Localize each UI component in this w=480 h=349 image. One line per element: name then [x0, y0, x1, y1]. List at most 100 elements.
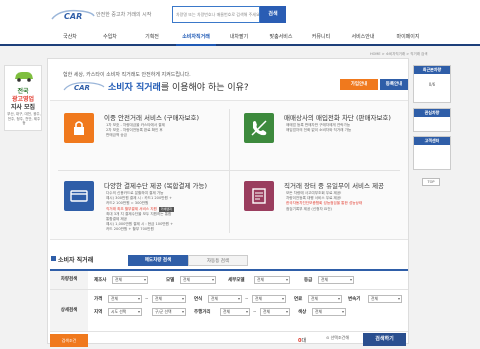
headline-highlight: 소비자 직거래 — [108, 83, 161, 93]
submit-search-button[interactable]: 검색하기 — [363, 333, 406, 346]
carsta-logo[interactable]: CAR — [50, 7, 95, 23]
nav-item-sell-car[interactable]: 내차팔기 — [224, 30, 254, 44]
feature-item: 카드 200만원 + 할부 700만원 — [106, 227, 154, 232]
nav-item-direct-trade[interactable]: 소비자직거래 — [176, 30, 216, 46]
feature-list: 1차 보호 - 차량대금을 카스타에서 결제 2차 보호 - 차량이전등록 완료… — [106, 123, 165, 139]
customer-center-panel[interactable]: 고객센터 — [413, 136, 451, 170]
year-max-select[interactable]: 전체 — [252, 295, 286, 303]
recruit-banner[interactable]: 전국 광고영업 지사 모집 부산, 대구, 대전, 광주, 전주, 청주, 천안… — [4, 65, 42, 131]
range-tilde: ~ — [245, 296, 249, 301]
nav-item-mypage[interactable]: 마이페이지 — [390, 30, 426, 44]
feature-item: 판매금액 송금 — [106, 133, 127, 138]
svg-text:CAR: CAR — [64, 12, 82, 21]
feature-unique-service: 직거래 장터 중 유일무이 서비스 제공 모든 차량에 사고여부조회 무료 제공… — [234, 173, 404, 235]
header: CAR 안전한 중고차 거래의 시작 차량명 또는 차량번호나 매물번호로 검색… — [0, 0, 480, 30]
maker-select[interactable]: 전체 — [112, 276, 148, 284]
nav-item-custom-service[interactable]: 맞춤서비스 — [264, 30, 298, 44]
headline-rest: 를 이용해야 하는 이유? — [160, 83, 249, 93]
nav-item-community[interactable]: 커뮤니티 — [306, 30, 336, 44]
feature-list: 다수의 신용카드로 분할하여 결제 가능 예시) 300만원 결제 시 : 카드… — [106, 191, 174, 233]
km-max-select[interactable]: 전체 — [260, 308, 290, 316]
grade-select[interactable]: 전체 — [318, 276, 354, 284]
search-actions: 검색조건 0대 ⊙ 선택조건해 검색하기 — [50, 331, 408, 347]
main-nav: 국산차 수입차 기획전 소비자직거래 내차팔기 맞춤서비스 커뮤니티 서비스안내… — [0, 30, 480, 46]
model-label: 모델 — [166, 278, 175, 283]
recent-cars-panel[interactable]: 최근본차량 0/6 — [413, 65, 451, 103]
nav-item-domestic[interactable]: 국산차 — [56, 30, 84, 44]
certificate-icon — [244, 181, 274, 211]
header-tagline: 안전한 중고차 거래의 시작 — [96, 12, 152, 18]
search-section-title: 소비자 직거래 — [58, 257, 94, 264]
tab-seller-search[interactable]: 매도차량 검색 — [128, 255, 188, 266]
intro-text: 험한 세상, 카스타이 소비자 직거래도 안전하게 지켜드립니다. — [63, 72, 191, 78]
year-min-select[interactable]: 전체 — [208, 295, 242, 303]
lock-icon — [64, 113, 94, 143]
feature-item: 매입업자의 전화 없이 소비자와 직거래 가능 — [286, 128, 352, 133]
breadcrumb: HOME > 소비자직거래 > 직거래 검색 — [370, 52, 428, 56]
feature-title: 이중 안전거래 서비스 (구매자보호) — [104, 114, 199, 122]
card-icon — [64, 181, 94, 211]
district-select[interactable]: 구/군 선택 — [152, 308, 186, 316]
phone-block-icon — [244, 113, 274, 143]
section-bullet-icon — [51, 256, 56, 261]
model-select[interactable]: 전체 — [180, 276, 216, 284]
km-min-select[interactable]: 전체 — [220, 308, 250, 316]
feature-payment: 다양한 결제수단 제공 (복합결제 가능) 다수의 신용카드로 분할하여 결제 … — [54, 173, 224, 235]
km-label: 주행거리 — [194, 310, 211, 315]
price-min-select[interactable]: 전체 — [108, 295, 142, 303]
feature-block-calls: 매매상사의 매입전화 차단 (판매자보호) 매매업 등록 판매자만 구매자에게 … — [234, 105, 404, 167]
nav-item-special[interactable]: 기획전 — [138, 30, 166, 44]
row-label-detail: 상세검색 — [50, 290, 88, 331]
fuel-label: 연료 — [294, 297, 303, 302]
car-icon — [15, 72, 33, 82]
page-headline: 소비자 직거래를 이용해야 하는 이유? — [108, 80, 249, 93]
nav-item-service-info[interactable]: 서비스안내 — [346, 30, 380, 44]
result-count: 0대 — [298, 337, 306, 344]
recent-cars-count: 0/6 — [428, 82, 436, 87]
price-max-select[interactable]: 전체 — [152, 295, 186, 303]
transmission-select[interactable]: 전체 — [368, 295, 402, 303]
search-conditions-label: 검색조건 — [50, 334, 88, 347]
feature-safe-trade: 이중 안전거래 서비스 (구매자보호) 1차 보호 - 차량대금을 카스타에서 … — [54, 105, 224, 167]
range-tilde: ~ — [253, 309, 257, 314]
feature-title: 다양한 결제수단 제공 (복합결제 가능) — [104, 182, 208, 190]
color-label: 색상 — [298, 310, 307, 315]
transmission-label: 변속기 — [348, 297, 361, 302]
register-guide-button[interactable]: 등록안내 — [380, 79, 408, 90]
feature-list: 매매업 등록 판매자만 구매자에게 연락가능 매입업자의 전화 없이 소비자와 … — [286, 123, 351, 133]
feature-list: 모든 차량에 사고여부조회 무료 제공! 차량이전등록 대행 서비스 무료 제공… — [286, 191, 362, 212]
search-input[interactable]: 차량명 또는 차량번호나 매물번호로 검색해 주세요 — [172, 6, 260, 23]
search-form: 차량검색 제조사 전체 모델 전체 세부모델 전체 등급 전체 상세검색 가격 … — [50, 269, 408, 347]
reset-conditions-button[interactable]: ⊙ 선택조건해 — [326, 335, 349, 341]
price-label: 가격 — [94, 297, 103, 302]
fuel-select[interactable]: 전체 — [308, 295, 342, 303]
nav-item-import[interactable]: 수입차 — [96, 30, 124, 44]
main-panel: 험한 세상, 카스타이 소비자 직거래도 안전하게 지켜드립니다. CAR 소비… — [47, 58, 409, 347]
row-label-vehicle: 차량검색 — [50, 271, 88, 289]
region-select[interactable]: 시도 선택 — [108, 308, 142, 316]
feature-item-highlight: 한국자동차진단보증협회 성능점검을 통한 성능상태 — [286, 201, 363, 206]
submodel-select[interactable]: 전체 — [254, 276, 290, 284]
feature-title: 직거래 장터 중 유일무이 서비스 제공 — [284, 182, 385, 190]
submodel-label: 세부모델 — [228, 278, 245, 283]
feature-title: 매매상사의 매입전화 차단 (판매자보호) — [284, 114, 391, 122]
feature-item-text: 직거래 최초 할부결제 서비스 지원 — [106, 206, 157, 211]
range-tilde: ~ — [145, 296, 149, 301]
features-grid: 이중 안전거래 서비스 (구매자보호) 1차 보호 - 차량대금을 카스타에서 … — [50, 100, 408, 240]
divider — [58, 170, 400, 171]
join-guide-button[interactable]: 가입안내 — [340, 79, 378, 90]
banner-regions: 부산, 대구, 대전, 광주, 전주, 청주, 천안, 제주 등 — [7, 112, 41, 125]
reset-label: 선택조건해 — [330, 335, 350, 340]
search-button[interactable]: 검색 — [260, 6, 286, 23]
region-label: 지역 — [94, 310, 103, 315]
tab-auto-search[interactable]: 자동등 검색 — [188, 255, 248, 266]
result-count-unit: 대 — [301, 338, 307, 344]
grade-label: 등급 — [304, 278, 313, 283]
customer-center-title: 고객센터 — [414, 137, 450, 145]
brand-logo: CAR — [63, 82, 105, 92]
scroll-top-button[interactable]: TOP — [422, 178, 440, 186]
svg-text:CAR: CAR — [74, 84, 90, 92]
wishlist-panel[interactable]: 관심차량 — [413, 108, 451, 132]
maker-label: 제조사 — [94, 278, 107, 283]
color-select[interactable]: 전체 — [312, 308, 346, 316]
